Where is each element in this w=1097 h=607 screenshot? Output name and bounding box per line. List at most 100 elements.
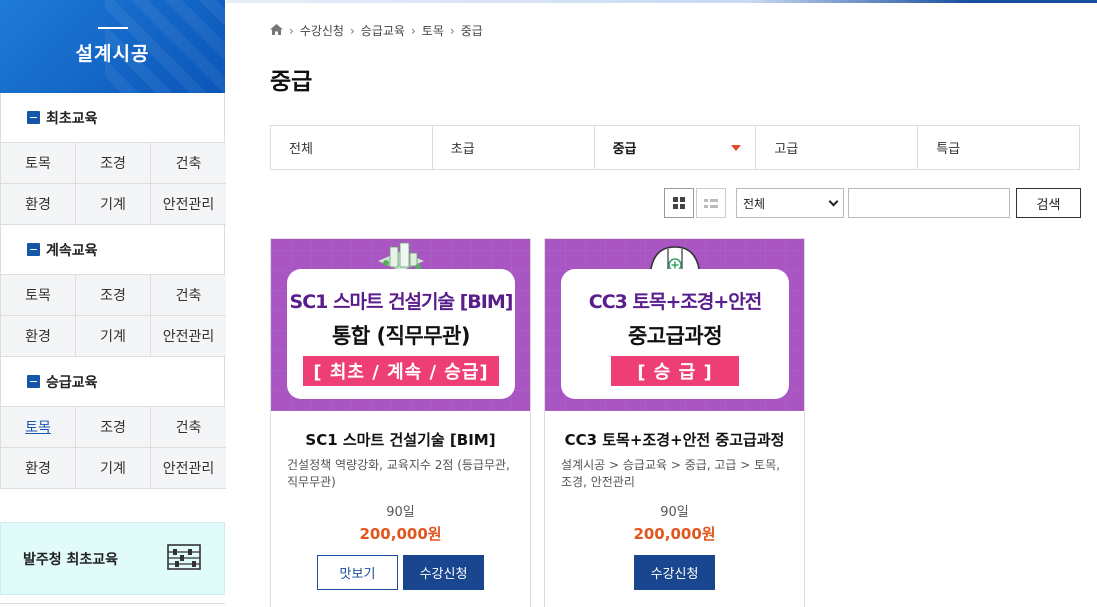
sidebar-item-landscape[interactable]: 조경: [76, 407, 151, 448]
category-grid: 토목 조경 건축 환경 기계 안전관리: [1, 274, 226, 357]
chevron-right-icon: ›: [349, 23, 355, 38]
minus-square-icon: [27, 375, 40, 388]
thumb-panel: CC3 토목+조경+안전 중고급과정 [ 승 급 ]: [561, 269, 789, 399]
card-actions: 수강신청: [545, 555, 804, 590]
sidebar-section-initial: 최초교육 토목 조경 건축 환경 기계 안전관리: [0, 93, 226, 225]
tab-label: 고급: [774, 142, 799, 157]
sidebar: 설계시공 최초교육 토목 조경 건축 환경 기계 안전관리 계속교육 토목 조경…: [0, 0, 226, 607]
course-title[interactable]: CC3 토목+조경+안전 중고급과정: [545, 429, 804, 450]
breadcrumb-current: 중급: [460, 24, 483, 38]
abacus-icon: [166, 543, 202, 575]
sidebar-item-architecture[interactable]: 건축: [151, 275, 226, 316]
course-price: 200,000원: [633, 525, 716, 543]
course-price: 200,000원: [359, 525, 442, 543]
sidebar-title: 설계시공: [75, 43, 150, 65]
promo-label: 발주청 최초교육: [23, 551, 119, 568]
sidebar-section-promotion: 승급교육 토목 조경 건축 환경 기계 안전관리: [0, 357, 226, 489]
tab-label: 중급: [612, 142, 637, 157]
minus-square-icon: [27, 111, 40, 124]
sidebar-section-continuing: 계속교육 토목 조경 건축 환경 기계 안전관리: [0, 225, 226, 357]
sidebar-item-safety[interactable]: 안전관리: [151, 316, 226, 357]
sidebar-item-civil[interactable]: 토목: [1, 275, 76, 316]
select-value: 전체: [743, 196, 766, 211]
tab-label: 특급: [936, 142, 961, 157]
page-title: 중급: [270, 69, 313, 95]
thumb-line1: CC3 토목+조경+안전: [588, 291, 762, 313]
section-title: 최초교육: [1, 93, 224, 142]
thumb-line2: 통합 (직무무관): [332, 324, 470, 348]
section-title: 승급교육: [1, 357, 224, 406]
tab-all[interactable]: 전체: [271, 126, 433, 169]
tab-beginner[interactable]: 초급: [433, 126, 595, 169]
sidebar-header: 설계시공: [0, 0, 225, 93]
enroll-button[interactable]: 수강신청: [403, 555, 484, 590]
thumb-line3: [ 승 급 ]: [611, 356, 739, 386]
sidebar-item-mechanical[interactable]: 기계: [76, 448, 151, 489]
thumb-line2: 중고급과정: [627, 324, 723, 348]
tab-label: 전체: [289, 142, 313, 157]
minus-square-icon: [27, 243, 40, 256]
sidebar-item-environment[interactable]: 환경: [1, 184, 76, 225]
sidebar-item-architecture[interactable]: 건축: [151, 407, 226, 448]
sidebar-item-environment[interactable]: 환경: [1, 448, 76, 489]
thumb-panel: SC1 스마트 건설기술 [BIM] 통합 (직무무관) [ 최초 / 계속 /…: [287, 269, 515, 399]
chevron-right-icon: ›: [410, 23, 416, 38]
section-title-label: 계속교육: [46, 242, 98, 259]
course-thumbnail[interactable]: CC3 토목+조경+안전 중고급과정 [ 승 급 ]: [545, 239, 804, 411]
preview-button[interactable]: 맛보기: [317, 555, 398, 590]
search-button[interactable]: 검색: [1016, 188, 1081, 218]
home-icon[interactable]: [270, 23, 283, 38]
tab-label: 초급: [450, 142, 475, 157]
sidebar-item-mechanical[interactable]: 기계: [76, 184, 151, 225]
grid-icon: [673, 197, 685, 209]
sidebar-item-civil-active[interactable]: 토목: [1, 407, 76, 448]
course-description: 건설정책 역량강화, 교육지수 2점 (등급무관, 직무무관): [287, 458, 510, 489]
sidebar-item-architecture[interactable]: 건축: [151, 143, 226, 184]
card-actions: 맛보기 수강신청: [271, 555, 530, 590]
section-title: 계속교육: [1, 225, 224, 274]
level-tabs: 전체 초급 중급 고급 특급: [270, 125, 1080, 170]
chevron-right-icon: ›: [289, 23, 294, 38]
course-title[interactable]: SC1 스마트 건설기술 [BIM]: [271, 429, 530, 450]
tab-intermediate[interactable]: 중급: [595, 126, 757, 169]
tab-special[interactable]: 특급: [918, 126, 1079, 169]
grid-view-button[interactable]: [664, 188, 694, 218]
top-accent-bar: [226, 0, 1097, 3]
list-toolbar: 전체 검색: [664, 188, 1081, 218]
sidebar-item-safety[interactable]: 안전관리: [151, 448, 226, 489]
category-grid: 토목 조경 건축 환경 기계 안전관리: [1, 406, 226, 489]
enroll-button[interactable]: 수강신청: [634, 555, 715, 590]
course-card: SC1 스마트 건설기술 [BIM] 통합 (직무무관) [ 최초 / 계속 /…: [270, 238, 531, 607]
thumb-line1: SC1 스마트 건설기술 [BIM]: [289, 291, 514, 313]
sidebar-item-civil[interactable]: 토목: [1, 143, 76, 184]
sidebar-item-mechanical[interactable]: 기계: [76, 316, 151, 357]
category-grid: 토목 조경 건축 환경 기계 안전관리: [1, 142, 226, 225]
section-title-label: 승급교육: [46, 374, 98, 391]
sidebar-item-environment[interactable]: 환경: [1, 316, 76, 357]
breadcrumb: › 수강신청 › 승급교육 › 토목 › 중급: [270, 22, 483, 39]
course-card: CC3 토목+조경+안전 중고급과정 [ 승 급 ] CC3 토목+조경+안전 …: [544, 238, 805, 607]
thumb-line3: [ 최초 / 계속 / 승급]: [303, 356, 499, 386]
course-duration: 90일: [660, 505, 689, 520]
search-input[interactable]: [848, 188, 1010, 218]
sidebar-item-landscape[interactable]: 조경: [76, 143, 151, 184]
course-thumbnail[interactable]: SC1 스마트 건설기술 [BIM] 통합 (직무무관) [ 최초 / 계속 /…: [271, 239, 530, 411]
sidebar-item-landscape[interactable]: 조경: [76, 275, 151, 316]
list-view-button[interactable]: [696, 188, 726, 218]
list-icon: [704, 198, 718, 208]
chevron-right-icon: ›: [449, 23, 455, 38]
course-duration: 90일: [386, 505, 415, 520]
header-divider: [97, 27, 128, 29]
section-title-label: 최초교육: [46, 110, 98, 127]
sidebar-item-safety[interactable]: 안전관리: [151, 184, 226, 225]
search-scope-select[interactable]: 전체: [736, 188, 844, 218]
breadcrumb-item[interactable]: 승급교육: [361, 22, 405, 39]
caret-down-icon: [731, 145, 742, 151]
tab-advanced[interactable]: 고급: [756, 126, 919, 169]
sidebar-bottom-divider: [0, 603, 225, 607]
course-description: 설계시공 > 승급교육 > 중급, 고급 > 토목, 조경, 안전관리: [561, 458, 781, 489]
chevron-down-icon: [828, 196, 839, 206]
breadcrumb-item[interactable]: 토목: [422, 22, 444, 39]
client-initial-education-banner[interactable]: 발주청 최초교육: [0, 522, 225, 595]
breadcrumb-item[interactable]: 수강신청: [300, 22, 344, 39]
